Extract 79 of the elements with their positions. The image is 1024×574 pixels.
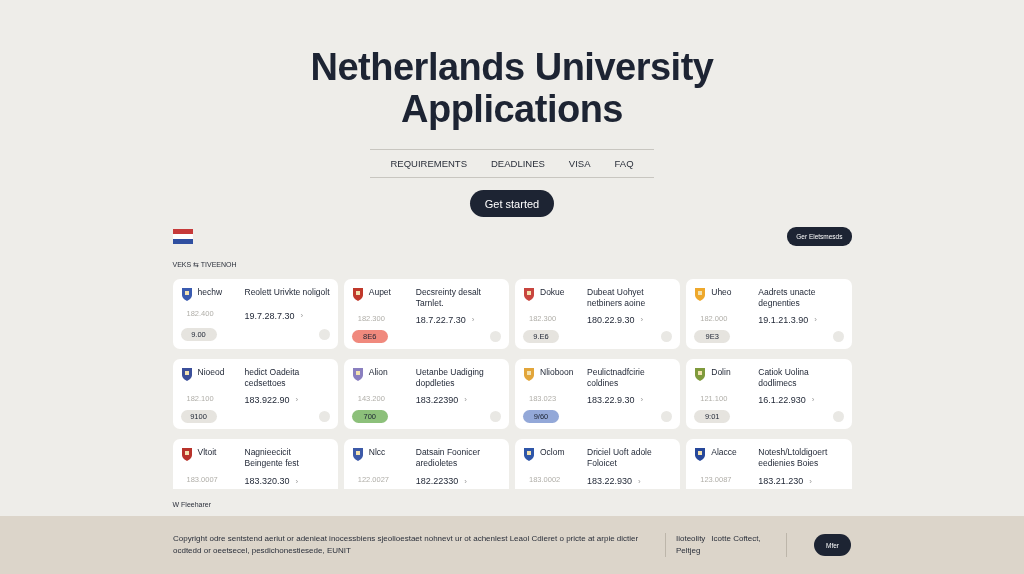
deadline-date: 18.7.22.7.30 — [415, 314, 466, 325]
program-title: Driciel Uoft adole Foloicet — [587, 447, 653, 470]
crest-icon — [523, 287, 535, 302]
legal-text: Copyright odre sentstend aeriut or adenieat inocessbiens sjeolioestaet nohnevt ur ot achenlest Leaol Cdieret o pricte at arpie dictier ocdtedd or oeetsecel, pesdichonestiesede, EUNIT — [173, 533, 640, 557]
university-name: Uheo — [711, 287, 732, 297]
crest-icon — [180, 367, 193, 382]
program-title: Notesh/Ltoldigoert eedienies Boies — [758, 447, 829, 470]
nav-link[interactable]: DEADLINES — [479, 158, 557, 169]
university-name: Dolin — [711, 367, 731, 377]
crest-icon — [351, 367, 364, 382]
crest-icon — [694, 287, 707, 302]
university-name: Aupet — [368, 287, 391, 297]
deadline-date: 16.1.22.930 — [758, 394, 806, 405]
university-name: hechw — [197, 287, 223, 297]
university-name: Nlioboon — [540, 367, 574, 377]
chevron-icon: › — [464, 395, 467, 404]
crest-icon — [694, 367, 707, 382]
program-title: Datsain Foonicer aredioletes — [415, 447, 481, 470]
deadline-date: 183.320.30 — [244, 476, 290, 486]
crest-icon — [180, 287, 193, 302]
crest-icon — [694, 447, 707, 462]
get-started-button[interactable]: Get started — [469, 190, 555, 217]
deadline-date: 180.22.9.30 — [587, 314, 635, 325]
chevron-icon: › — [811, 395, 815, 404]
nav-link[interactable]: REQUIREMENTS — [378, 158, 479, 169]
university-name: Oclom — [540, 447, 565, 457]
circle-icon — [490, 410, 501, 422]
circle-icon — [832, 330, 844, 342]
university-name: Nioeod — [197, 367, 225, 377]
university-name: Nlcc — [368, 447, 386, 457]
deadline-date: 182.22330 — [415, 476, 459, 486]
crest-icon — [523, 367, 535, 382]
flag-icon — [172, 229, 193, 244]
deadline-date: 183.922.90 — [244, 394, 290, 405]
deadline-date: 19.1.21.3.90 — [758, 314, 809, 325]
circle-icon — [661, 330, 673, 342]
program-title: Decsreinty desalt Tarnlet. — [415, 287, 482, 310]
footer-link[interactable]: Peltjeg — [676, 545, 701, 557]
crest-icon — [180, 447, 193, 462]
deadline-date: 183.22390 — [415, 394, 459, 405]
nav-link[interactable]: FAQ — [602, 158, 646, 169]
chevron-icon: › — [809, 476, 812, 486]
university-name: Vltoit — [197, 447, 217, 457]
university-name: Dokue — [540, 287, 565, 297]
footer-link[interactable]: Iioteolity — [676, 533, 706, 545]
chevron-icon: › — [640, 395, 644, 404]
nav-link[interactable]: VISA — [556, 158, 603, 169]
program-title: Dubeat Uohyet netbiners aoine — [587, 287, 647, 310]
deadline-date: 183.21.230 — [758, 476, 804, 486]
chevron-icon: › — [640, 315, 644, 324]
crest-icon — [523, 447, 535, 462]
crest-icon — [351, 287, 364, 302]
program-title: Catiok Uolina dodlimecs — [758, 367, 810, 390]
chevron-icon: › — [295, 476, 299, 486]
university-name: Alion — [368, 367, 388, 377]
circle-icon — [832, 410, 844, 422]
circle-icon — [318, 410, 330, 422]
program-title: Nagnieecicit Beingente fest — [244, 447, 300, 470]
chevron-icon: › — [300, 311, 304, 321]
chevron-icon: › — [295, 395, 299, 404]
deadline-date: 19.7.28.7.30 — [244, 311, 295, 321]
chevron-icon: › — [814, 315, 817, 324]
chevron-icon: › — [638, 476, 641, 486]
program-title: Uetanbe Uadiging dopdleties — [415, 367, 485, 390]
university-name: Alacce — [711, 447, 737, 457]
page-title: Netherlands University Applications — [309, 46, 715, 130]
circle-icon — [490, 330, 501, 342]
program-title: Reolett Urivkte noligolt — [244, 287, 330, 299]
program-title: Aadrets unacte degnenties — [758, 287, 817, 310]
deadline-date: 183.22.9.30 — [587, 394, 635, 405]
circle-icon — [661, 410, 673, 422]
chevron-icon: › — [464, 476, 467, 486]
chevron-icon: › — [471, 315, 475, 324]
program-title: Peulictnadfcirie coldines — [587, 367, 646, 390]
circle-icon — [318, 329, 330, 341]
deadline-date: 183.22.930 — [587, 476, 633, 486]
footer-link[interactable]: Icotte Coftect, — [711, 533, 761, 545]
program-title: hedict Oadeita cedsettoes — [244, 367, 301, 390]
crest-icon — [351, 447, 364, 462]
